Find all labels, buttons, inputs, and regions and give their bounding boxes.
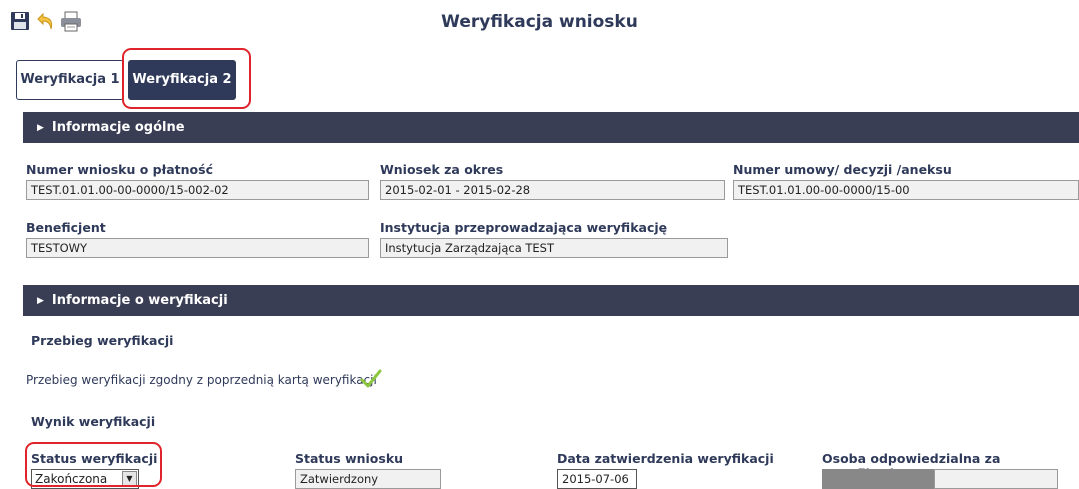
field-status-wniosku: Zatwierdzony [295, 469, 441, 489]
label-numer-wniosku: Numer wniosku o płatność [26, 162, 213, 177]
label-wniosek-za-okres: Wniosek za okres [380, 162, 504, 177]
field-numer-umowy: TEST.01.01.00-00-0000/15-00 [733, 180, 1079, 200]
label-numer-umowy: Numer umowy/ decyzji /aneksu [733, 162, 952, 177]
expand-arrow-icon: ▶ [37, 296, 44, 306]
section-title-general: Informacje ogólne [51, 120, 185, 135]
section-bar-general[interactable]: ▶ Informacje ogólne [23, 112, 1079, 143]
field-instytucja: Instytucja Zarządzająca TEST [380, 238, 728, 258]
field-beneficjent: TESTOWY [26, 238, 369, 258]
tab-highlight-marker [122, 48, 251, 109]
wynik-heading: Wynik weryfikacji [31, 414, 156, 429]
data-zatwierdzenia-input[interactable]: 2015-07-06 [557, 469, 637, 489]
tab-weryfikacja-1[interactable]: Weryfikacja 1 [16, 60, 124, 100]
section-bar-verification[interactable]: ▶ Informacje o weryfikacji [23, 285, 1079, 316]
osoba-redacted-block [822, 469, 934, 489]
label-beneficjent: Beneficjent [26, 220, 106, 235]
label-status-wniosku: Status wniosku [295, 451, 404, 466]
status-highlight-marker [25, 442, 162, 487]
label-instytucja: Instytucja przeprowadzająca weryfikację [380, 220, 668, 235]
expand-arrow-icon: ▶ [37, 123, 44, 133]
section-title-verification: Informacje o weryfikacji [51, 293, 228, 308]
page-title: Weryfikacja wniosku [441, 12, 638, 32]
przebieg-text: Przebieg weryfikacji zgodny z poprzednią… [26, 373, 377, 387]
label-data-zatwierdzenia: Data zatwierdzenia weryfikacji [557, 451, 774, 466]
przebieg-heading: Przebieg weryfikacji [31, 333, 174, 348]
field-osoba [934, 469, 1058, 489]
check-icon [360, 369, 382, 393]
field-numer-wniosku: TEST.01.01.00-00-0000/15-002-02 [26, 180, 369, 200]
field-wniosek-za-okres: 2015-02-01 - 2015-02-28 [380, 180, 725, 200]
